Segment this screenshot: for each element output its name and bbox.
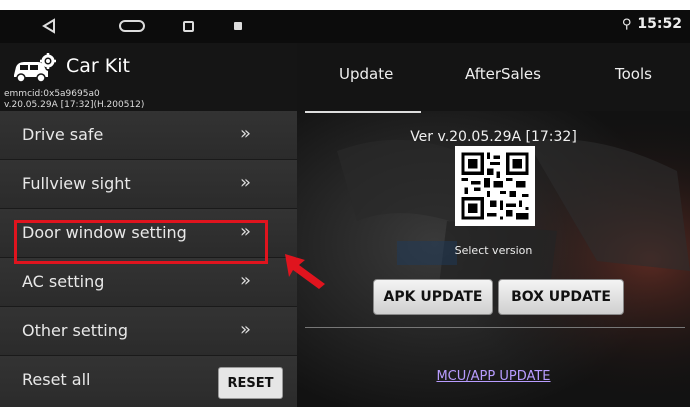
menu-item-fullview-sight[interactable]: Fullview sight » bbox=[0, 160, 297, 209]
app-header: Car Kit emmcid:0x5a9695a0 v.20.05.29A [1… bbox=[0, 43, 297, 111]
divider bbox=[305, 327, 685, 328]
home-pill-icon[interactable] bbox=[116, 16, 148, 36]
select-version-label[interactable]: Select version bbox=[297, 244, 690, 257]
red-arrow-icon bbox=[285, 254, 325, 289]
reset-button[interactable]: RESET bbox=[218, 367, 283, 399]
tab-bar: Update AfterSales Tools bbox=[297, 43, 690, 113]
back-triangle-icon[interactable] bbox=[40, 16, 58, 36]
chevron-right-icon: » bbox=[240, 319, 252, 340]
menu-item-label: Drive safe bbox=[22, 125, 104, 144]
recents-square-icon[interactable] bbox=[180, 16, 196, 36]
screenshot-frame: ⚲ 15:52 Car Kit emmcid:0x5a9695a0 v.20.0… bbox=[0, 0, 690, 407]
active-tab-indicator bbox=[305, 111, 421, 113]
menu-item-other-setting[interactable]: Other setting » bbox=[0, 307, 297, 356]
chevron-right-icon: » bbox=[240, 172, 252, 193]
clock: 15:52 bbox=[637, 16, 682, 32]
box-update-button[interactable]: BOX UPDATE bbox=[498, 279, 624, 315]
head-unit-screen: ⚲ 15:52 Car Kit emmcid:0x5a9695a0 v.20.0… bbox=[0, 10, 690, 407]
apk-update-button[interactable]: APK UPDATE bbox=[373, 279, 493, 315]
emmc-id: emmcid:0x5a9695a0 bbox=[4, 89, 100, 99]
app-title: Car Kit bbox=[66, 55, 130, 77]
menu-item-label: Reset all bbox=[22, 370, 91, 389]
menu-item-label: Other setting bbox=[22, 321, 128, 340]
notification-icon bbox=[233, 16, 243, 36]
tab-aftersales[interactable]: AfterSales bbox=[465, 65, 541, 83]
tab-update[interactable]: Update bbox=[339, 65, 393, 83]
version-info: v.20.05.29A [17:32](H.200512) bbox=[4, 100, 145, 110]
update-panel: Update AfterSales Tools Ver v.20.05.29A … bbox=[297, 43, 690, 407]
mcu-app-update-link[interactable]: MCU/APP UPDATE bbox=[297, 369, 690, 384]
status-bar: ⚲ 15:52 bbox=[0, 10, 690, 43]
menu-item-drive-safe[interactable]: Drive safe » bbox=[0, 111, 297, 160]
chevron-right-icon: » bbox=[240, 123, 252, 144]
version-label: Ver v.20.05.29A [17:32] bbox=[410, 129, 577, 145]
chevron-right-icon: » bbox=[240, 270, 252, 291]
car-gear-icon bbox=[14, 53, 56, 83]
menu-item-label: Fullview sight bbox=[22, 174, 131, 193]
menu-item-label: AC setting bbox=[22, 272, 105, 291]
tab-tools[interactable]: Tools bbox=[615, 65, 652, 83]
location-pin-icon: ⚲ bbox=[621, 16, 632, 32]
qr-code[interactable] bbox=[455, 146, 535, 226]
status-right: ⚲ 15:52 bbox=[622, 16, 682, 32]
menu-item-ac-setting[interactable]: AC setting » bbox=[0, 258, 297, 307]
highlight-box bbox=[14, 220, 268, 264]
